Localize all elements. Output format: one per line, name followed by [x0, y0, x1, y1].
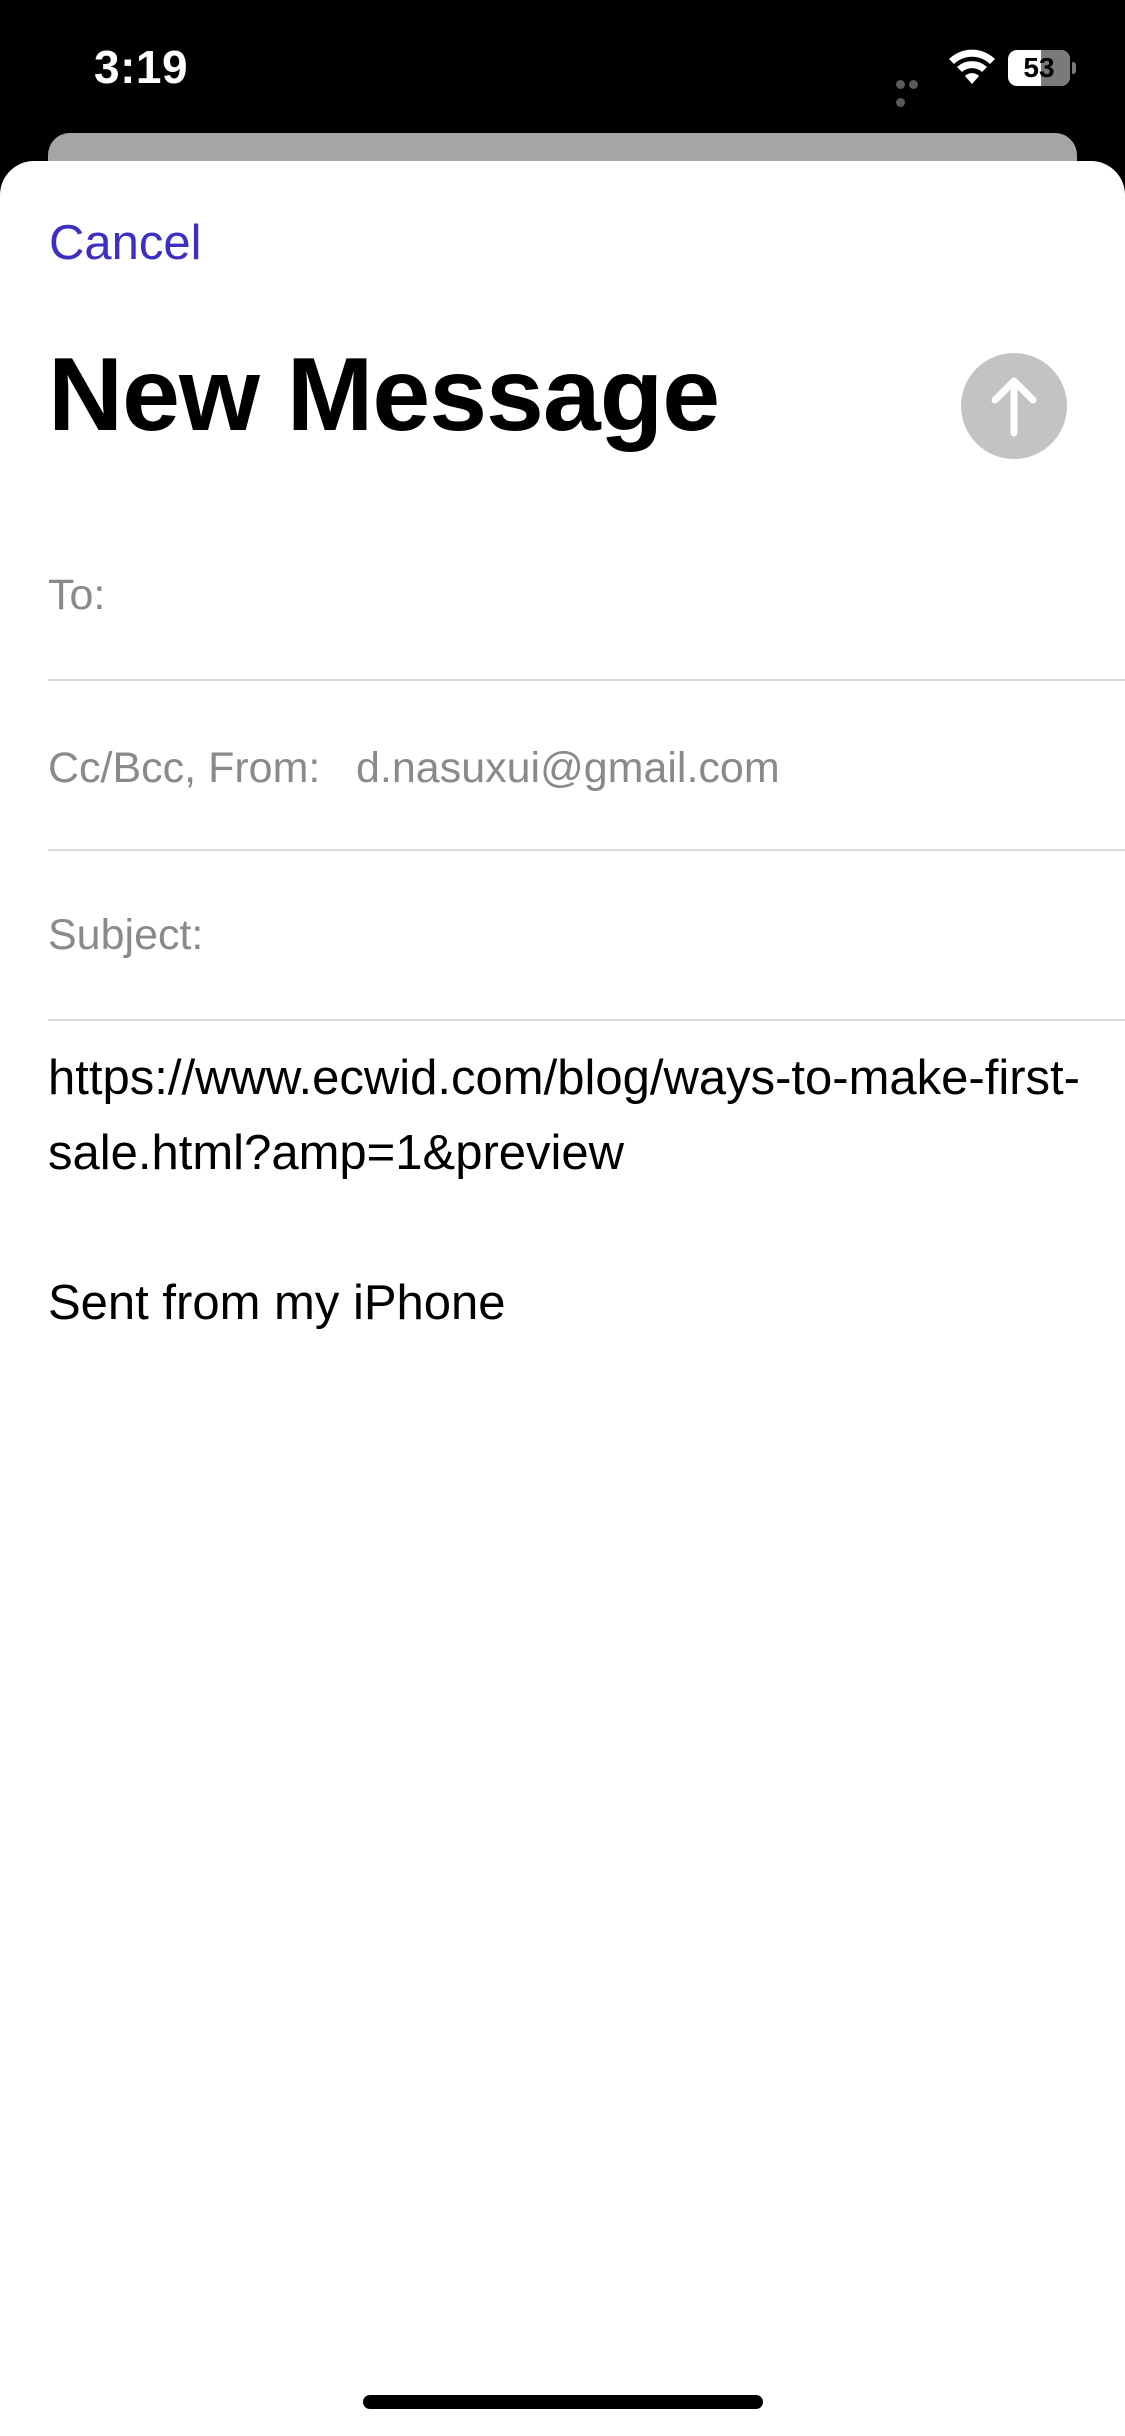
to-label: To: [48, 571, 106, 619]
home-indicator[interactable] [363, 2395, 763, 2409]
ccbcc-from-field-row[interactable]: Cc/Bcc, From: d.nasuxui@gmail.com [48, 681, 1125, 851]
signal-dots-icon [896, 76, 934, 107]
from-address[interactable]: d.nasuxui@gmail.com [356, 744, 780, 793]
battery-icon: 53 [1008, 50, 1076, 86]
page-title: New Message [48, 337, 720, 453]
battery-level: 53 [1023, 52, 1055, 83]
cancel-button[interactable]: Cancel [49, 215, 202, 271]
to-input[interactable] [128, 511, 1122, 681]
subject-label: Subject: [48, 911, 204, 959]
subject-input[interactable] [228, 851, 1122, 1021]
to-field-row: To: [48, 511, 1125, 681]
signature-text: Sent from my iPhone [48, 1276, 506, 1330]
send-button[interactable] [961, 353, 1067, 459]
screen: 3:19 53 Cancel New Message To: Cc/Bcc, F… [0, 0, 1125, 2436]
arrow-up-icon [991, 377, 1037, 437]
status-bar: 3:19 53 [0, 0, 1125, 130]
message-body[interactable]: https://www.ecwid.com/blog/ways-to-make-… [48, 1041, 1088, 1341]
body-link-text: https://www.ecwid.com/blog/ways-to-make-… [48, 1051, 1080, 1180]
wifi-icon [948, 48, 996, 86]
ccbcc-from-label: Cc/Bcc, From: [48, 744, 321, 792]
subject-field-row: Subject: [48, 851, 1125, 1021]
status-time: 3:19 [94, 41, 189, 93]
compose-sheet: Cancel New Message To: Cc/Bcc, From: d.n… [0, 161, 1125, 2436]
